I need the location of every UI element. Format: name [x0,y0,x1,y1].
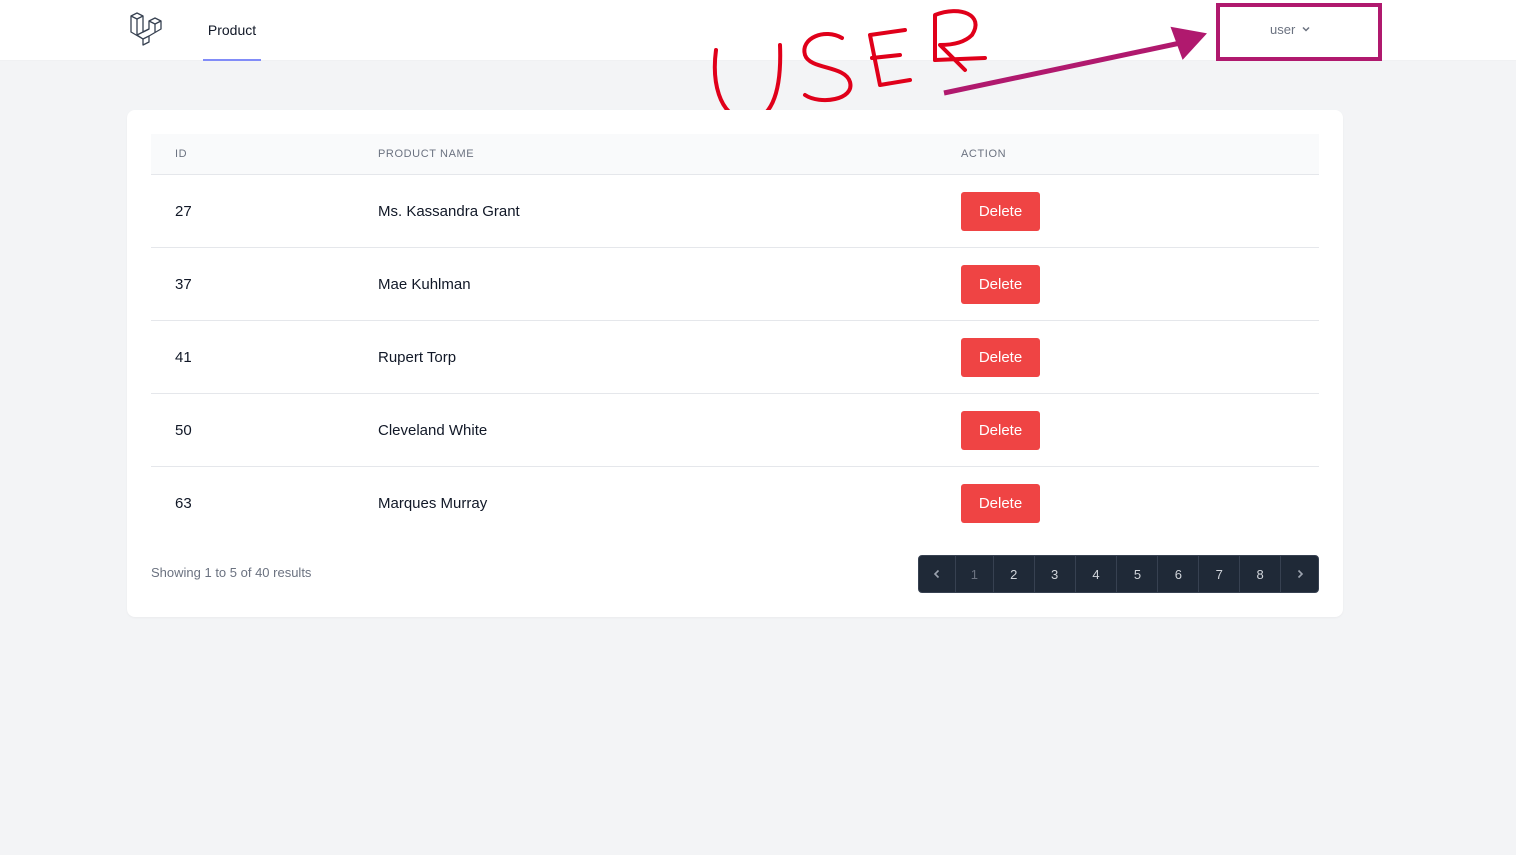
pagination: 1 2 3 4 5 6 7 8 [918,555,1319,593]
page-button[interactable]: 2 [994,556,1035,592]
table-header: ID PRODUCT NAME ACTION [151,134,1319,175]
cell-id: 41 [175,348,192,366]
delete-button[interactable]: Delete [961,411,1040,450]
page-button[interactable]: 6 [1158,556,1200,592]
cell-product-name: Marques Murray [378,494,488,512]
cell-id: 27 [175,202,192,220]
laravel-logo-icon[interactable] [128,12,164,46]
chevron-left-icon [933,569,940,579]
table-row: 63 Marques Murray Delete [151,467,1319,540]
page-button[interactable]: 3 [1035,556,1076,592]
nav-link-product[interactable]: Product [203,0,261,61]
page-button[interactable]: 4 [1076,556,1118,592]
header-action: ACTION [961,148,1007,160]
page-button-current: 1 [956,556,994,592]
delete-button[interactable]: Delete [961,484,1040,523]
cell-product-name: Rupert Torp [378,348,457,366]
cell-product-name: Ms. Kassandra Grant [378,202,520,220]
table-row: 37 Mae Kuhlman Delete [151,248,1319,321]
chevron-right-icon [1297,569,1303,579]
next-page-button[interactable] [1281,556,1318,592]
cell-id: 50 [175,421,192,439]
header-product-name: PRODUCT NAME [378,148,475,160]
products-card: ID PRODUCT NAME ACTION 27 Ms. Kassandra … [127,110,1343,617]
table-row: 50 Cleveland White Delete [151,394,1319,467]
cell-id: 37 [175,275,192,293]
delete-button[interactable]: Delete [961,265,1040,304]
delete-button[interactable]: Delete [961,338,1040,377]
cell-product-name: Cleveland White [378,421,488,439]
table-row: 27 Ms. Kassandra Grant Delete [151,175,1319,248]
page-button[interactable]: 8 [1240,556,1282,592]
cell-id: 63 [175,494,192,512]
page-button[interactable]: 7 [1199,556,1241,592]
page-button[interactable]: 5 [1117,556,1159,592]
prev-page-button[interactable] [919,556,956,592]
header-id: ID [175,148,188,160]
delete-button[interactable]: Delete [961,192,1040,231]
annotation-highlight-box [1216,3,1382,61]
pagination-summary: Showing 1 to 5 of 40 results [151,565,312,580]
table-row: 41 Rupert Torp Delete [151,321,1319,394]
cell-product-name: Mae Kuhlman [378,275,471,293]
